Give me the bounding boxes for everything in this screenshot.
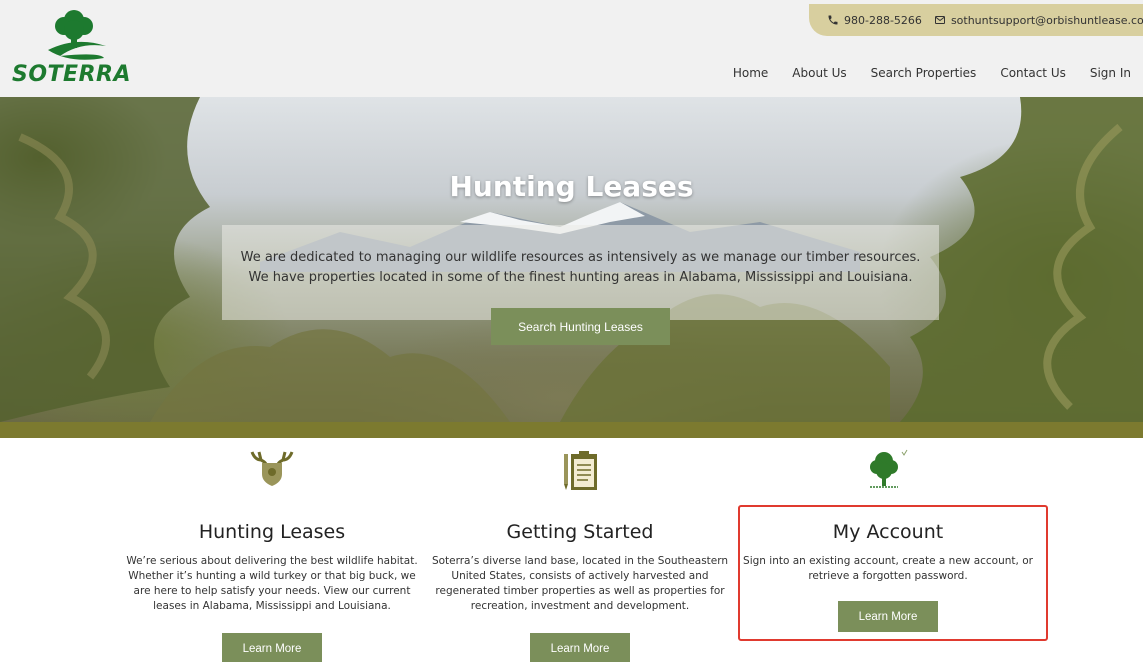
learn-more-button-hunting-leases[interactable]: Learn More (222, 633, 322, 662)
learn-more-button-getting-started[interactable]: Learn More (530, 633, 630, 662)
feature-title: Getting Started (506, 521, 654, 543)
tree-icon (870, 449, 908, 488)
email-text: sothuntsupport@orbishuntlease.com (950, 13, 1143, 27)
nav-about-us[interactable]: About Us (780, 66, 858, 80)
hero-description: We are dedicated to managing our wildlif… (240, 250, 921, 285)
phone-link[interactable]: 980-288-5266 (827, 14, 922, 27)
antler-shield-icon (250, 451, 294, 486)
feature-description: Soterra’s diverse land base, located in … (431, 555, 729, 612)
hero-title: Hunting Leases (449, 170, 694, 203)
nav-home[interactable]: Home (721, 66, 780, 80)
hero-banner: Hunting Leases We are dedicated to manag… (0, 97, 1143, 422)
soterra-logo[interactable]: SOTERRA (12, 6, 142, 87)
search-hunting-leases-button[interactable]: Search Hunting Leases (491, 308, 670, 345)
nav-search-properties[interactable]: Search Properties (859, 66, 989, 80)
contact-bar: 980-288-5266 sothuntsupport@orbishuntlea… (809, 4, 1143, 36)
highlight-box-my-account (738, 505, 1048, 641)
feature-description: We’re serious about delivering the best … (126, 555, 418, 612)
email-link[interactable]: sothuntsupport@orbishuntlease.com (934, 14, 1143, 27)
main-nav: Home About Us Search Properties Contact … (721, 66, 1143, 80)
logo-tree-icon (48, 10, 106, 60)
phone-icon (828, 15, 838, 25)
nav-contact-us[interactable]: Contact Us (988, 66, 1078, 80)
logo-text: SOTERRA (12, 62, 131, 87)
site-header: 980-288-5266 sothuntsupport@orbishuntlea… (0, 0, 1143, 97)
feature-title: Hunting Leases (198, 521, 346, 543)
clipboard-pencil-icon (564, 451, 597, 490)
olive-divider-band (0, 422, 1143, 438)
nav-sign-in[interactable]: Sign In (1078, 66, 1143, 80)
envelope-icon (934, 16, 945, 24)
phone-text: 980-288-5266 (844, 13, 922, 27)
